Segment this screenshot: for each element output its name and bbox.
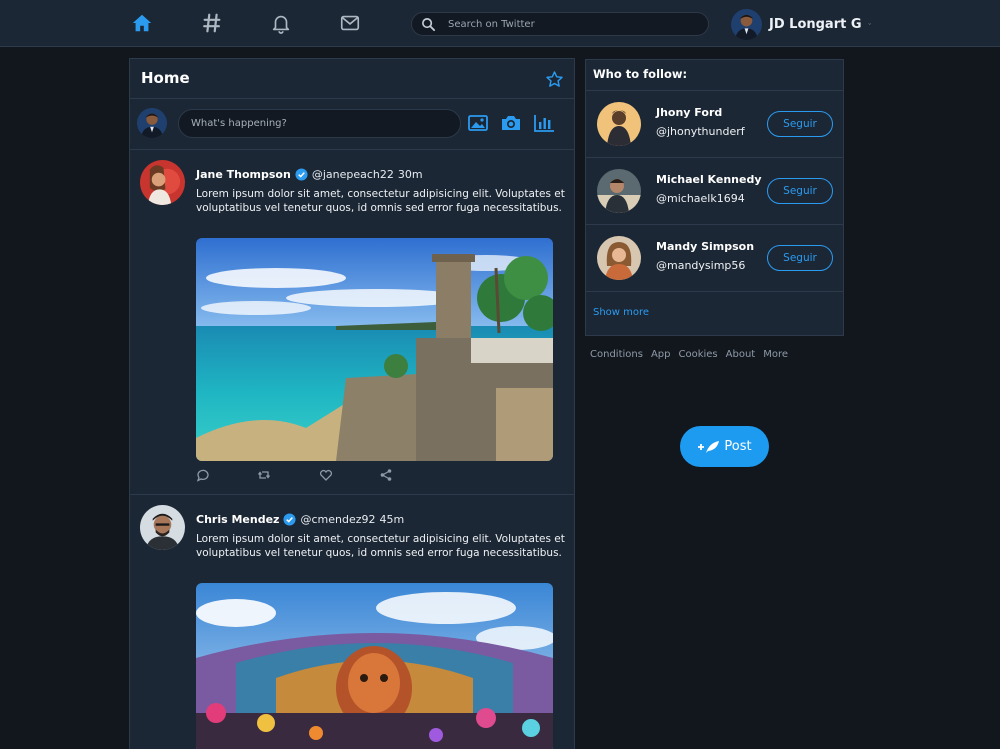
follow-button[interactable]: Seguir <box>767 245 833 271</box>
footer-link-about[interactable]: About <box>726 349 756 360</box>
footer-link-conditions[interactable]: Conditions <box>590 349 643 360</box>
top-bar: JD Longart G <box>0 0 1000 47</box>
follow-button[interactable]: Seguir <box>767 178 833 204</box>
show-more-link[interactable]: Show more <box>593 307 649 318</box>
avatar <box>731 8 762 40</box>
post-button[interactable]: Post <box>680 426 769 467</box>
avatar[interactable] <box>597 236 641 280</box>
avatar[interactable] <box>597 169 641 213</box>
poll-icon[interactable] <box>533 113 555 133</box>
avatar[interactable] <box>597 102 641 146</box>
page-title: Home <box>141 69 190 87</box>
follow-button[interactable]: Seguir <box>767 111 833 137</box>
profile-name: JD Longart G <box>769 16 862 32</box>
verified-icon <box>295 167 308 181</box>
tweet[interactable]: Chris Mendez @cmendez92 45m Lorem ipsum … <box>130 495 574 749</box>
share-icon[interactable] <box>379 468 393 482</box>
tweet-time: 30m <box>397 167 423 181</box>
post-button-label: Post <box>724 439 752 454</box>
avatar[interactable] <box>140 505 185 550</box>
tweet-image[interactable] <box>196 238 553 461</box>
retweet-icon[interactable] <box>257 468 271 482</box>
follow-handle[interactable]: @jhonythunderf <box>656 125 745 138</box>
follow-suggestion: Michael Kennedy @michaelk1694 Seguir <box>586 158 843 225</box>
follow-name[interactable]: Mandy Simpson <box>656 240 754 253</box>
follow-handle[interactable]: @mandysimp56 <box>656 259 745 272</box>
star-icon[interactable] <box>545 70 564 89</box>
search-input[interactable] <box>448 15 698 33</box>
bell-icon[interactable] <box>269 11 293 35</box>
tweet-text: Lorem ipsum dolor sit amet, consectetur … <box>196 188 565 214</box>
avatar <box>137 108 167 138</box>
footer-link-app[interactable]: App <box>651 349 671 360</box>
follow-suggestion: Mandy Simpson @mandysimp56 Seguir <box>586 225 843 292</box>
tweet-composer <box>130 99 574 150</box>
footer-link-more[interactable]: More <box>763 349 788 360</box>
search-bar <box>411 12 709 36</box>
image-icon[interactable] <box>467 113 489 133</box>
tweet-author-name[interactable]: Chris Mendez <box>196 513 279 526</box>
avatar[interactable] <box>140 160 185 205</box>
compose-input[interactable] <box>178 109 461 138</box>
tweet-author-handle[interactable]: @janepeach22 <box>312 168 394 181</box>
chevron-down-icon[interactable] <box>867 19 871 29</box>
camera-icon[interactable] <box>500 113 522 133</box>
follow-name[interactable]: Michael Kennedy <box>656 173 762 186</box>
tweet-author-name[interactable]: Jane Thompson <box>196 168 291 181</box>
mail-icon[interactable] <box>338 11 362 35</box>
tweet-author-handle[interactable]: @cmendez92 <box>300 513 375 526</box>
hashtag-icon[interactable] <box>200 11 224 35</box>
follow-name[interactable]: Jhony Ford <box>656 106 722 119</box>
verified-icon <box>283 512 296 526</box>
who-to-follow-panel: Who to follow: Jhony Ford @jhonythunderf… <box>585 59 844 336</box>
home-icon[interactable] <box>130 11 154 35</box>
search-icon <box>422 18 436 32</box>
profile-menu[interactable]: JD Longart G <box>731 8 871 40</box>
reply-icon[interactable] <box>196 468 210 482</box>
follow-handle[interactable]: @michaelk1694 <box>656 192 745 205</box>
footer-links: Conditions App Cookies About More <box>590 349 796 360</box>
tweet-time: 45m <box>379 512 405 526</box>
feed-header: Home <box>130 59 574 99</box>
like-icon[interactable] <box>319 468 333 482</box>
feather-plus-icon <box>698 440 720 453</box>
who-to-follow-title: Who to follow: <box>586 60 843 91</box>
footer-link-cookies[interactable]: Cookies <box>678 349 717 360</box>
home-feed: Home Jane Thompson @janepeach22 30m Lore… <box>129 58 575 749</box>
tweet[interactable]: Jane Thompson @janepeach22 30m Lorem ips… <box>130 150 574 495</box>
tweet-text: Lorem ipsum dolor sit amet, consectetur … <box>196 533 565 559</box>
tweet-image[interactable] <box>196 583 553 749</box>
follow-suggestion: Jhony Ford @jhonythunderf Seguir <box>586 91 843 158</box>
